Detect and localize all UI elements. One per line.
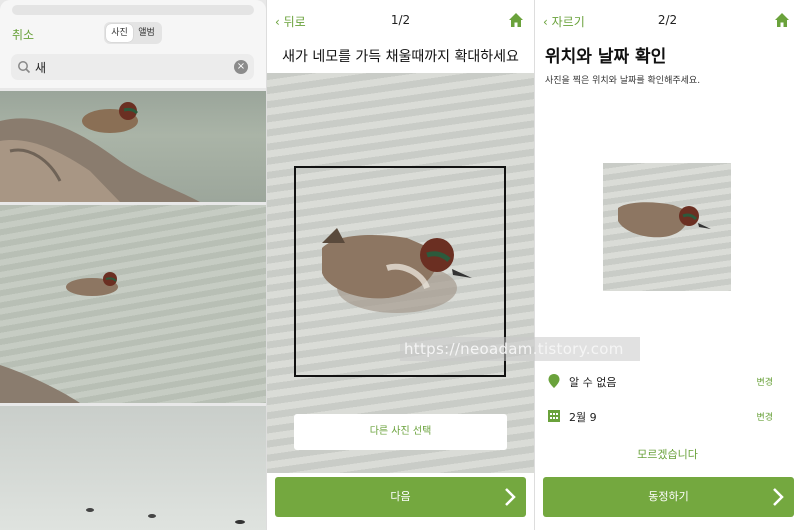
crop-header: ‹ 뒤로 1/2	[267, 0, 534, 40]
picker-header: 취소 사진 앨범 새 ×	[0, 0, 266, 88]
change-location-button[interactable]: 변경	[756, 375, 773, 388]
segment-photos[interactable]: 사진	[106, 24, 133, 42]
segment-albums[interactable]: 앨범	[133, 24, 160, 42]
next-label: 다음	[390, 490, 411, 503]
identify-button[interactable]: 동정하기	[543, 477, 794, 517]
chevron-right-icon	[505, 488, 516, 506]
step-indicator: 1/2	[390, 13, 411, 27]
date-value: 2월 9	[569, 411, 597, 424]
duck-on-rocks-image	[0, 102, 200, 202]
step-indicator: 2/2	[657, 13, 678, 27]
location-pin-icon	[548, 374, 560, 388]
sheet-grabber[interactable]	[12, 5, 254, 15]
date-row: 2월 9 변경	[547, 406, 788, 426]
cancel-button[interactable]: 취소	[12, 26, 34, 43]
calendar-icon	[548, 410, 560, 422]
search-input[interactable]: 새	[35, 59, 46, 76]
page-subtitle: 사진을 찍은 위치와 날짜를 확인해주세요.	[545, 76, 701, 86]
source-segmented-control: 사진 앨범	[104, 22, 162, 44]
identify-label: 동정하기	[648, 490, 689, 503]
crop-panel: ‹ 뒤로 1/2 새가 네모를 가득 채울때까지 확대하세요 다른 사진 선택 …	[266, 0, 534, 530]
watermark: https://neoadam.tistory.com	[400, 337, 640, 361]
photo-result-2[interactable]	[0, 205, 266, 403]
photo-picker-panel: 취소 사진 앨범 새 ×	[0, 0, 266, 530]
duck-swimming-image	[0, 272, 118, 403]
photo-result-1[interactable]	[0, 91, 266, 202]
clear-search-icon[interactable]: ×	[234, 60, 248, 74]
search-icon	[18, 61, 31, 74]
search-field[interactable]: 새 ×	[11, 54, 254, 80]
location-value: 알 수 없음	[569, 376, 617, 389]
next-button[interactable]: 다음	[275, 477, 526, 517]
crop-canvas[interactable]: 다른 사진 선택	[267, 73, 534, 473]
choose-other-photo-button[interactable]: 다른 사진 선택	[294, 414, 507, 450]
crop-instruction: 새가 네모를 가득 채울때까지 확대하세요	[282, 49, 519, 65]
confirm-header: ‹ 자르기 2/2	[535, 0, 800, 40]
dont-know-button[interactable]: 모르겠습니다	[535, 446, 800, 462]
chevron-right-icon	[773, 488, 784, 506]
page-title: 위치와 날짜 확인	[545, 47, 667, 67]
photo-result-3[interactable]	[0, 406, 266, 530]
change-date-button[interactable]: 변경	[756, 410, 773, 423]
home-icon[interactable]	[508, 12, 524, 28]
distant-birds-image	[86, 508, 245, 524]
duck-thumbnail-image	[618, 202, 711, 238]
home-icon[interactable]	[774, 12, 790, 28]
cropped-photo-thumbnail	[603, 163, 731, 291]
confirm-panel: ‹ 자르기 2/2 위치와 날짜 확인 사진을 찍은 위치와 날짜를 확인해주세…	[534, 0, 800, 530]
location-row: 알 수 없음 변경	[547, 371, 788, 391]
